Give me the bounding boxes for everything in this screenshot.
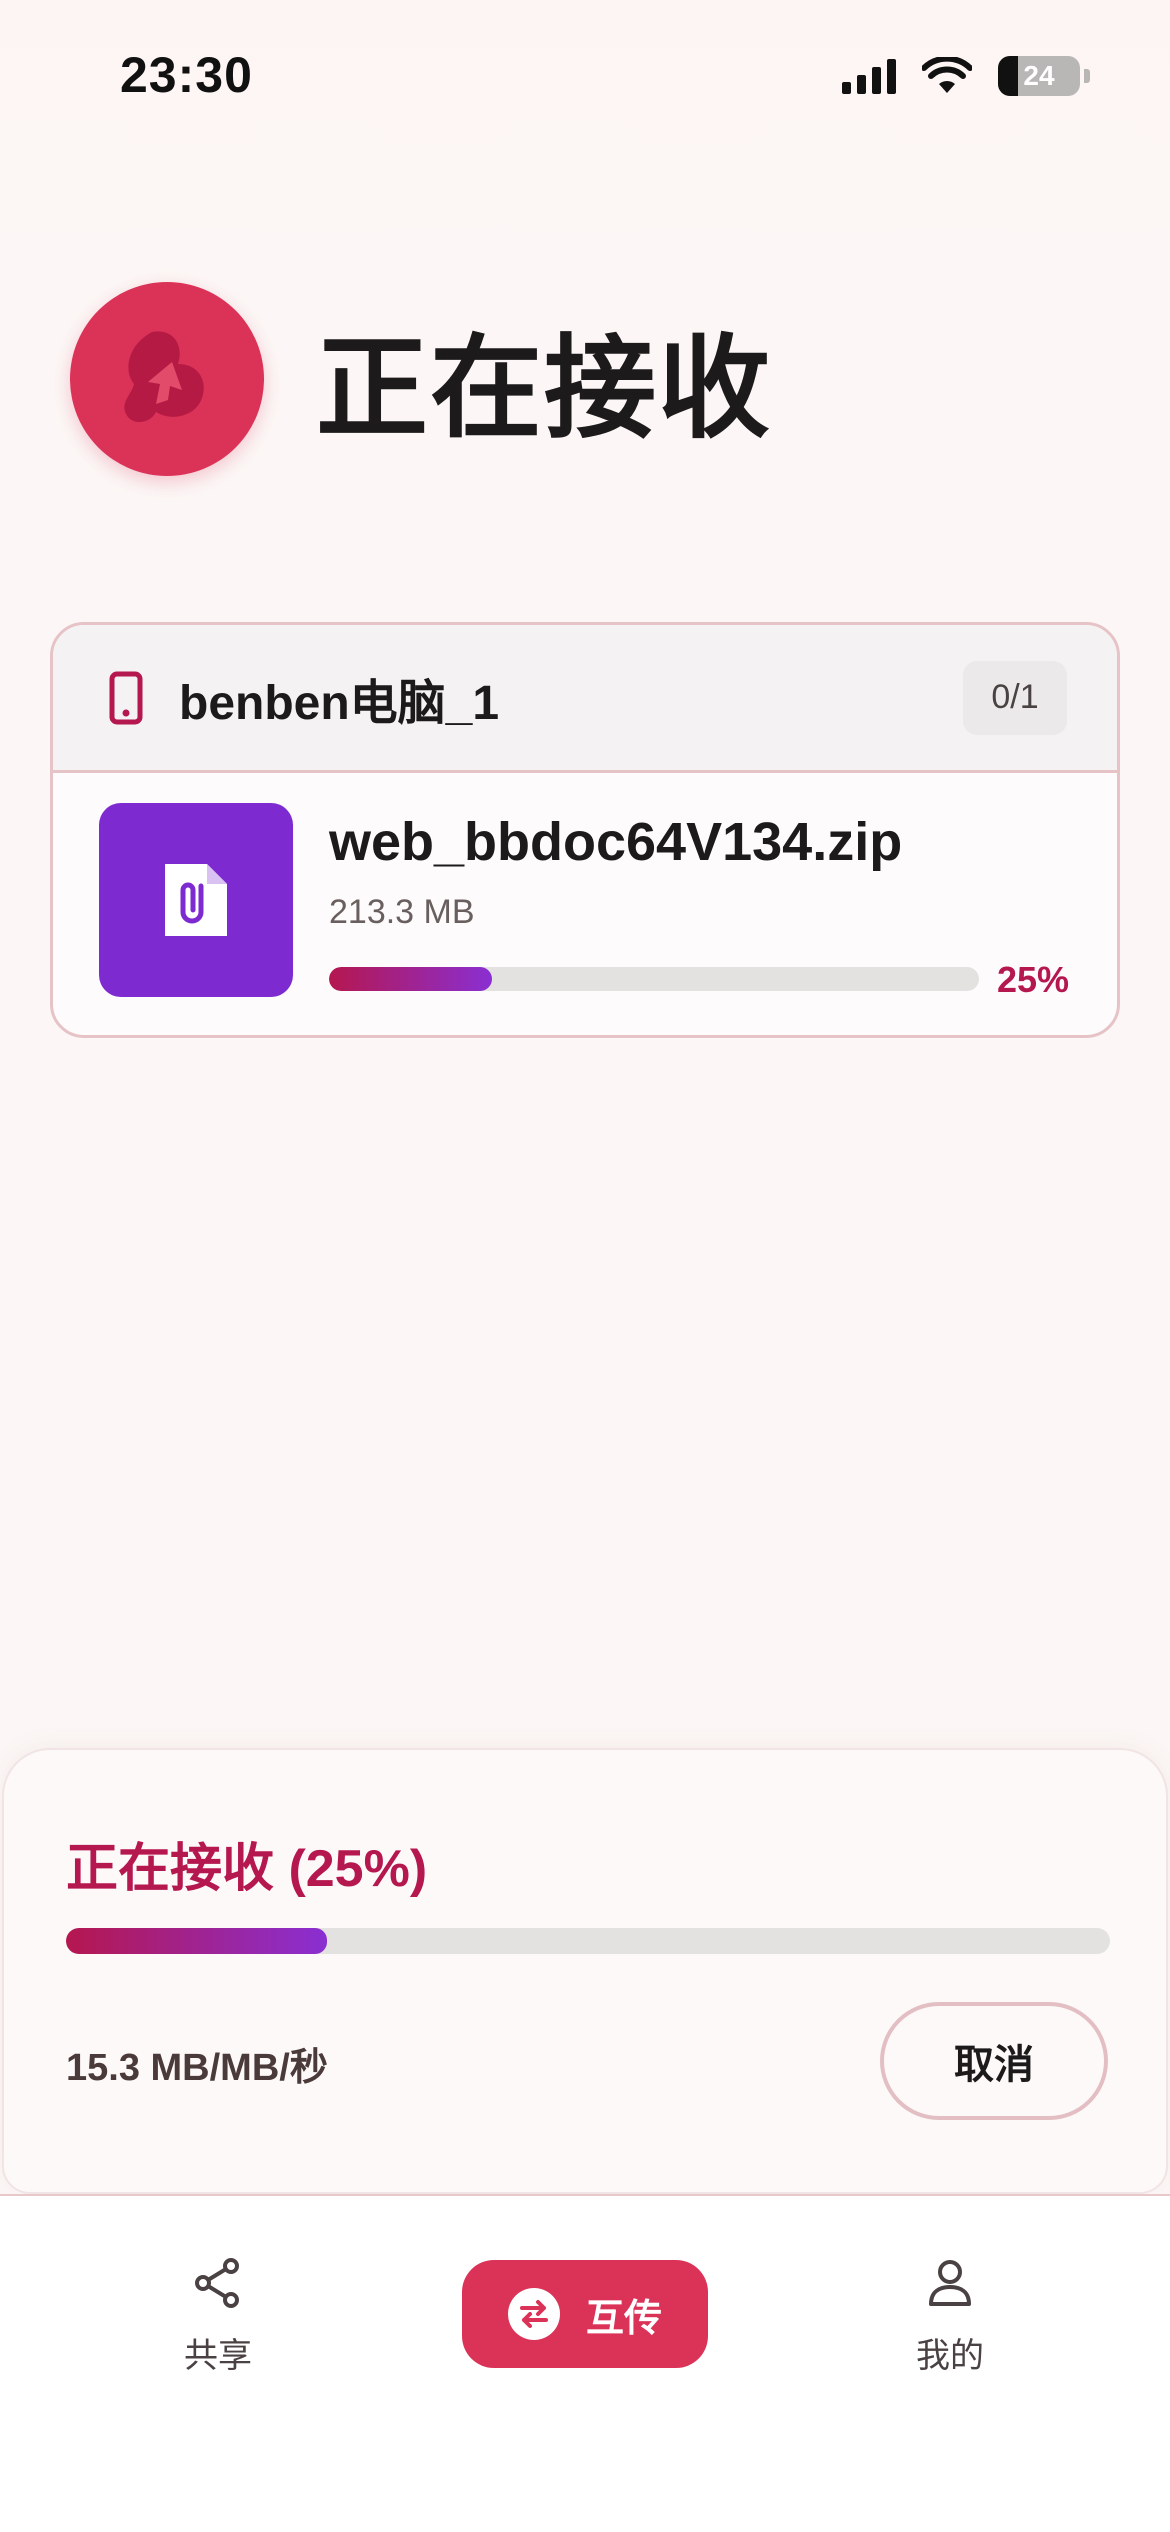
file-progress-fill	[329, 967, 492, 991]
cancel-button[interactable]: 取消	[880, 2002, 1108, 2120]
swap-icon	[507, 2288, 560, 2340]
file-progress-percent: 25%	[996, 959, 1069, 1000]
transfer-status-title: 正在接收 (25%)	[66, 1840, 428, 1898]
page-header: 正在接收	[70, 282, 772, 476]
status-time: 23:30	[120, 47, 253, 103]
phone-icon	[109, 671, 143, 724]
user-icon	[929, 2260, 971, 2306]
file-progress-bar	[329, 967, 979, 991]
file-size: 213.3 MB	[329, 893, 475, 931]
receive-logo-glyph	[124, 331, 204, 423]
nav-transfer-label: 互传	[585, 2297, 662, 2340]
device-name: benben电脑_1	[179, 676, 500, 730]
status-icons: 24	[842, 52, 1090, 100]
transfer-speed: 15.3 MB/MB/秒	[66, 2047, 328, 2089]
file-item[interactable]: web_bbdoc64V134.zip 213.3 MB 25%	[53, 773, 1117, 1035]
file-count-badge: 0/1	[963, 660, 1067, 735]
status-bar: 23:30 24	[0, 0, 1170, 150]
page-title: 正在接收	[316, 326, 772, 451]
overall-progress-bar	[66, 1928, 1110, 1954]
app-logo-icon	[70, 282, 264, 476]
attachment-file-icon	[99, 803, 293, 997]
nav-tab-transfer[interactable]: 互传	[462, 2260, 708, 2368]
battery-tip	[1084, 69, 1090, 83]
transfer-status-sheet: 正在接收 (25%) 15.3 MB/MB/秒 取消	[2, 1748, 1168, 2194]
nav-tab-share[interactable]: 共享	[128, 2256, 308, 2377]
bottom-nav: 共享 互传 我的	[0, 2196, 1170, 2532]
wifi-icon	[922, 57, 972, 93]
battery-level: 24	[1023, 60, 1055, 91]
file-name: web_bbdoc64V134.zip	[329, 812, 903, 872]
device-row: benben电脑_1 0/1	[53, 625, 1117, 773]
nav-tab-mine[interactable]: 我的	[860, 2256, 1040, 2377]
overall-progress-fill	[66, 1928, 327, 1954]
page: 23:30 24 正在接收 benben电脑_1 0/1 web_bbdoc64…	[0, 0, 1170, 2532]
signal-icon	[842, 58, 896, 94]
nav-share-label: 共享	[184, 2337, 252, 2375]
nav-mine-label: 我的	[916, 2337, 984, 2375]
battery-icon: 24	[998, 56, 1080, 96]
share-icon	[195, 2258, 239, 2308]
transfer-card: benben电脑_1 0/1 web_bbdoc64V134.zip 213.3…	[50, 622, 1120, 1038]
